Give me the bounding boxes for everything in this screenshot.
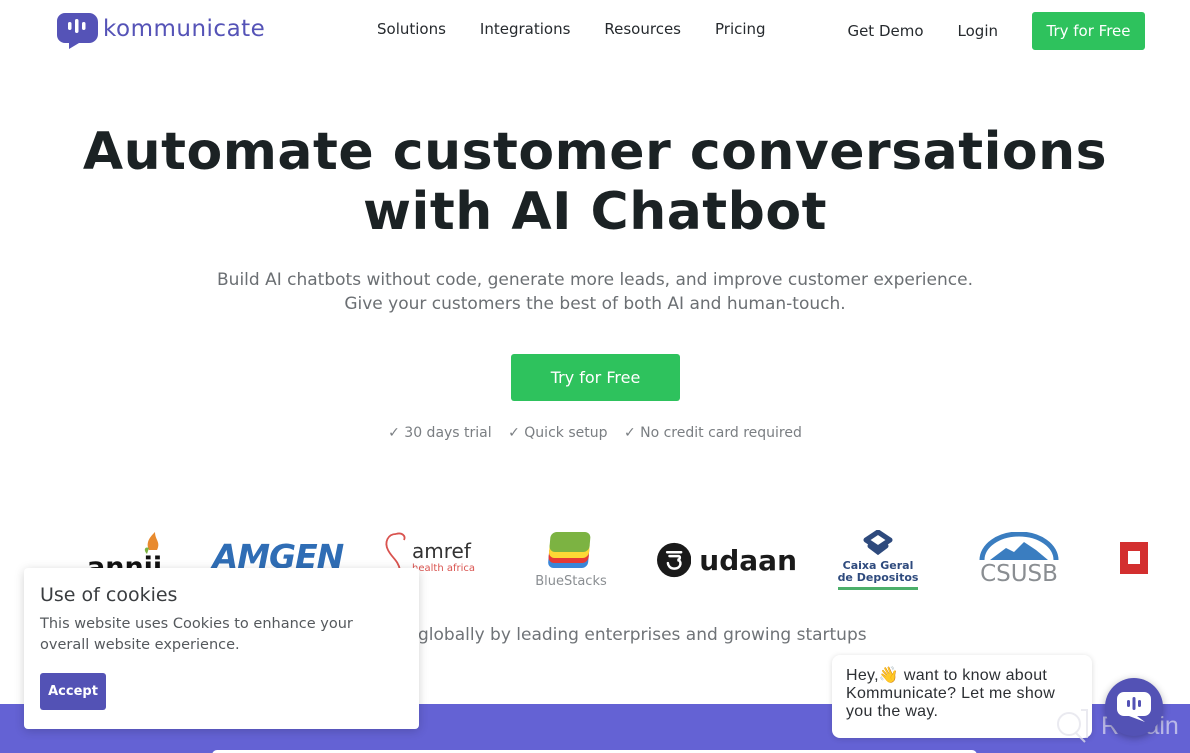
- perk-setup: ✓ Quick setup: [508, 425, 608, 441]
- chat-launcher-button[interactable]: [1105, 678, 1163, 736]
- revain-watermark-icon: [1057, 709, 1088, 743]
- nav-integrations[interactable]: Integrations: [480, 20, 570, 38]
- chat-bubble-logo-icon: [57, 12, 99, 50]
- nav-solutions[interactable]: Solutions: [377, 20, 446, 38]
- chat-launcher-icon: [1117, 692, 1151, 722]
- hero-try-free-button[interactable]: Try for Free: [511, 354, 680, 401]
- header-actions: Get Demo Login Try for Free: [847, 12, 1145, 50]
- caixa-logo-icon: [863, 530, 893, 556]
- logo-caixa: Caixa Geral de Depositos: [836, 525, 920, 595]
- hero-title-line-2: with AI Chatbot: [363, 182, 827, 242]
- logo-csusb: CSUSB: [974, 528, 1064, 590]
- svg-text:health africa: health africa: [412, 563, 475, 574]
- login-link[interactable]: Login: [958, 22, 998, 40]
- hero-title: Automate customer conversations with AI …: [0, 122, 1190, 242]
- svg-text:amref: amref: [412, 539, 472, 563]
- hero-subtitle: Build AI chatbots without code, generate…: [217, 270, 973, 314]
- perks-list: ✓ 30 days trial ✓ Quick setup ✓ No credi…: [0, 425, 1190, 441]
- cookie-accept-button[interactable]: Accept: [40, 673, 106, 710]
- cookie-title: Use of cookies: [40, 584, 178, 606]
- csusb-logo-icon: [979, 532, 1059, 561]
- get-demo-link[interactable]: Get Demo: [847, 22, 923, 40]
- brand-name: kommunicate: [103, 16, 266, 42]
- red-square-logo-icon: [1120, 542, 1148, 574]
- nav-pricing[interactable]: Pricing: [715, 20, 766, 38]
- header-try-free-button[interactable]: Try for Free: [1032, 12, 1145, 50]
- perk-no-card: ✓ No credit card required: [623, 425, 802, 441]
- trusted-by-text: globally by leading enterprises and grow…: [418, 625, 867, 645]
- hero-title-line-1: Automate customer conversations: [82, 122, 1108, 182]
- cookie-body: This website uses Cookies to enhance you…: [40, 616, 353, 653]
- logo-bluestacks: BlueStacks: [530, 528, 612, 590]
- cookie-consent-card: Use of cookies This website uses Cookies…: [24, 568, 419, 729]
- main-nav: Solutions Integrations Resources Pricing: [377, 20, 766, 38]
- bluestacks-logo-icon: [548, 531, 591, 568]
- site-header: kommunicate Solutions Integrations Resou…: [0, 0, 1190, 62]
- logo-partial-red: [1120, 542, 1148, 574]
- chat-greeting-bubble[interactable]: Hey,👋 want to know about Kommunicate? Le…: [832, 655, 1092, 738]
- brand-logo[interactable]: kommunicate: [57, 12, 265, 50]
- logo-udaan: udaan: [657, 536, 797, 584]
- perk-trial: ✓ 30 days trial: [388, 425, 492, 441]
- udaan-logo-icon: [657, 542, 692, 578]
- nav-resources[interactable]: Resources: [604, 20, 681, 38]
